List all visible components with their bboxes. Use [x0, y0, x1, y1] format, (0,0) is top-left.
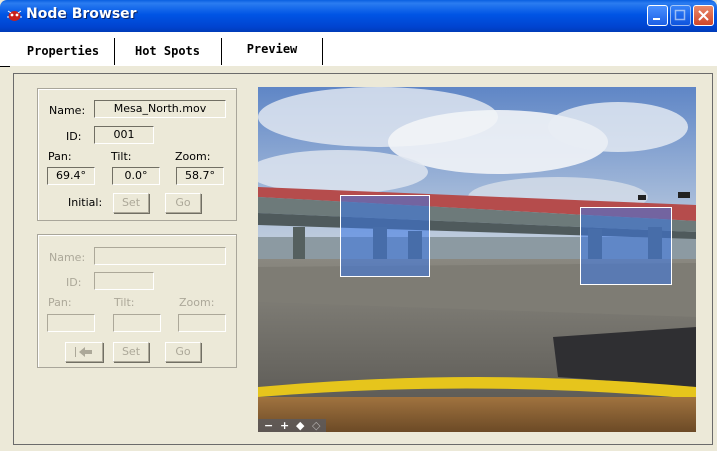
- panorama-preview[interactable]: − + ◆ ◇: [258, 87, 696, 432]
- set-initial-button[interactable]: Set: [113, 193, 149, 213]
- hotspot-pan-field: [47, 314, 95, 332]
- back-button[interactable]: [65, 342, 103, 362]
- hotspot-set-button[interactable]: Set: [113, 342, 149, 362]
- tab-properties[interactable]: Properties: [14, 38, 112, 65]
- hotspot-pan-label: Pan:: [48, 296, 72, 309]
- title-bar[interactable]: Node Browser: [0, 0, 717, 32]
- node-zoom-field: 58.7°: [176, 167, 224, 185]
- tab-preview[interactable]: Preview: [222, 36, 322, 63]
- hotspot-tilt-field: [113, 314, 161, 332]
- node-tilt-field: 0.0°: [112, 167, 160, 185]
- minimize-icon: [653, 18, 660, 20]
- back-arrow-icon: [75, 347, 92, 357]
- hotspot-zoom-field: [178, 314, 226, 332]
- node-pan-label: Pan:: [48, 150, 72, 163]
- hotspot-zoom-label: Zoom:: [179, 296, 215, 309]
- preview-controller-bar: − + ◆ ◇: [258, 419, 326, 432]
- zoom-in-icon[interactable]: +: [280, 419, 289, 432]
- node-name-field: Mesa_North.mov: [94, 100, 226, 118]
- node-name-label: Name:: [49, 104, 86, 117]
- hotspot-tilt-label: Tilt:: [114, 296, 135, 309]
- hotspot-name-label: Name:: [49, 251, 86, 264]
- close-button[interactable]: [693, 5, 714, 26]
- initial-label: Initial:: [68, 196, 103, 209]
- zoom-out-icon[interactable]: −: [264, 419, 273, 432]
- hotspot-id-field: [94, 272, 154, 290]
- node-tilt-label: Tilt:: [111, 150, 132, 163]
- minimize-button[interactable]: [647, 5, 668, 26]
- node-id-field: 001: [94, 126, 154, 144]
- close-icon: [698, 10, 709, 21]
- show-hotspots-icon[interactable]: ◆: [296, 419, 304, 432]
- tab-divider: [322, 38, 323, 65]
- maximize-button[interactable]: [670, 5, 691, 26]
- node-id-label: ID:: [66, 130, 82, 143]
- window-title: Node Browser: [26, 6, 137, 22]
- hotspot-right[interactable]: [580, 207, 672, 285]
- back-icon[interactable]: ◇: [312, 419, 320, 432]
- maximize-icon: [674, 9, 686, 21]
- node-pan-field: 69.4°: [47, 167, 95, 185]
- tab-hot-spots[interactable]: Hot Spots: [115, 38, 220, 65]
- hotspot-name-field: [94, 247, 226, 265]
- node-zoom-label: Zoom:: [175, 150, 211, 163]
- hotspot-id-label: ID:: [66, 276, 82, 289]
- app-bug-icon: [7, 10, 22, 21]
- hotspot-go-button[interactable]: Go: [165, 342, 201, 362]
- hotspot-left[interactable]: [340, 195, 430, 277]
- go-initial-button[interactable]: Go: [165, 193, 201, 213]
